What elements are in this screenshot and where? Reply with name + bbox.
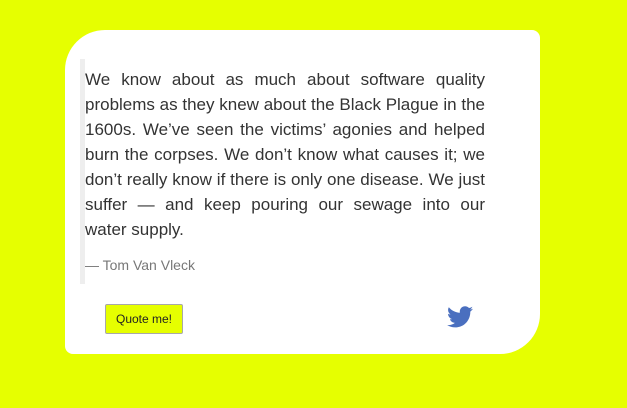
quote-author: — Tom Van Vleck <box>85 257 195 273</box>
tweet-link[interactable] <box>447 306 473 328</box>
quote-card: We know about as much about software qua… <box>65 30 540 354</box>
twitter-bird-icon <box>447 306 473 328</box>
quote-me-button[interactable]: Quote me! <box>105 304 183 334</box>
quote-text: We know about as much about software qua… <box>85 70 485 239</box>
